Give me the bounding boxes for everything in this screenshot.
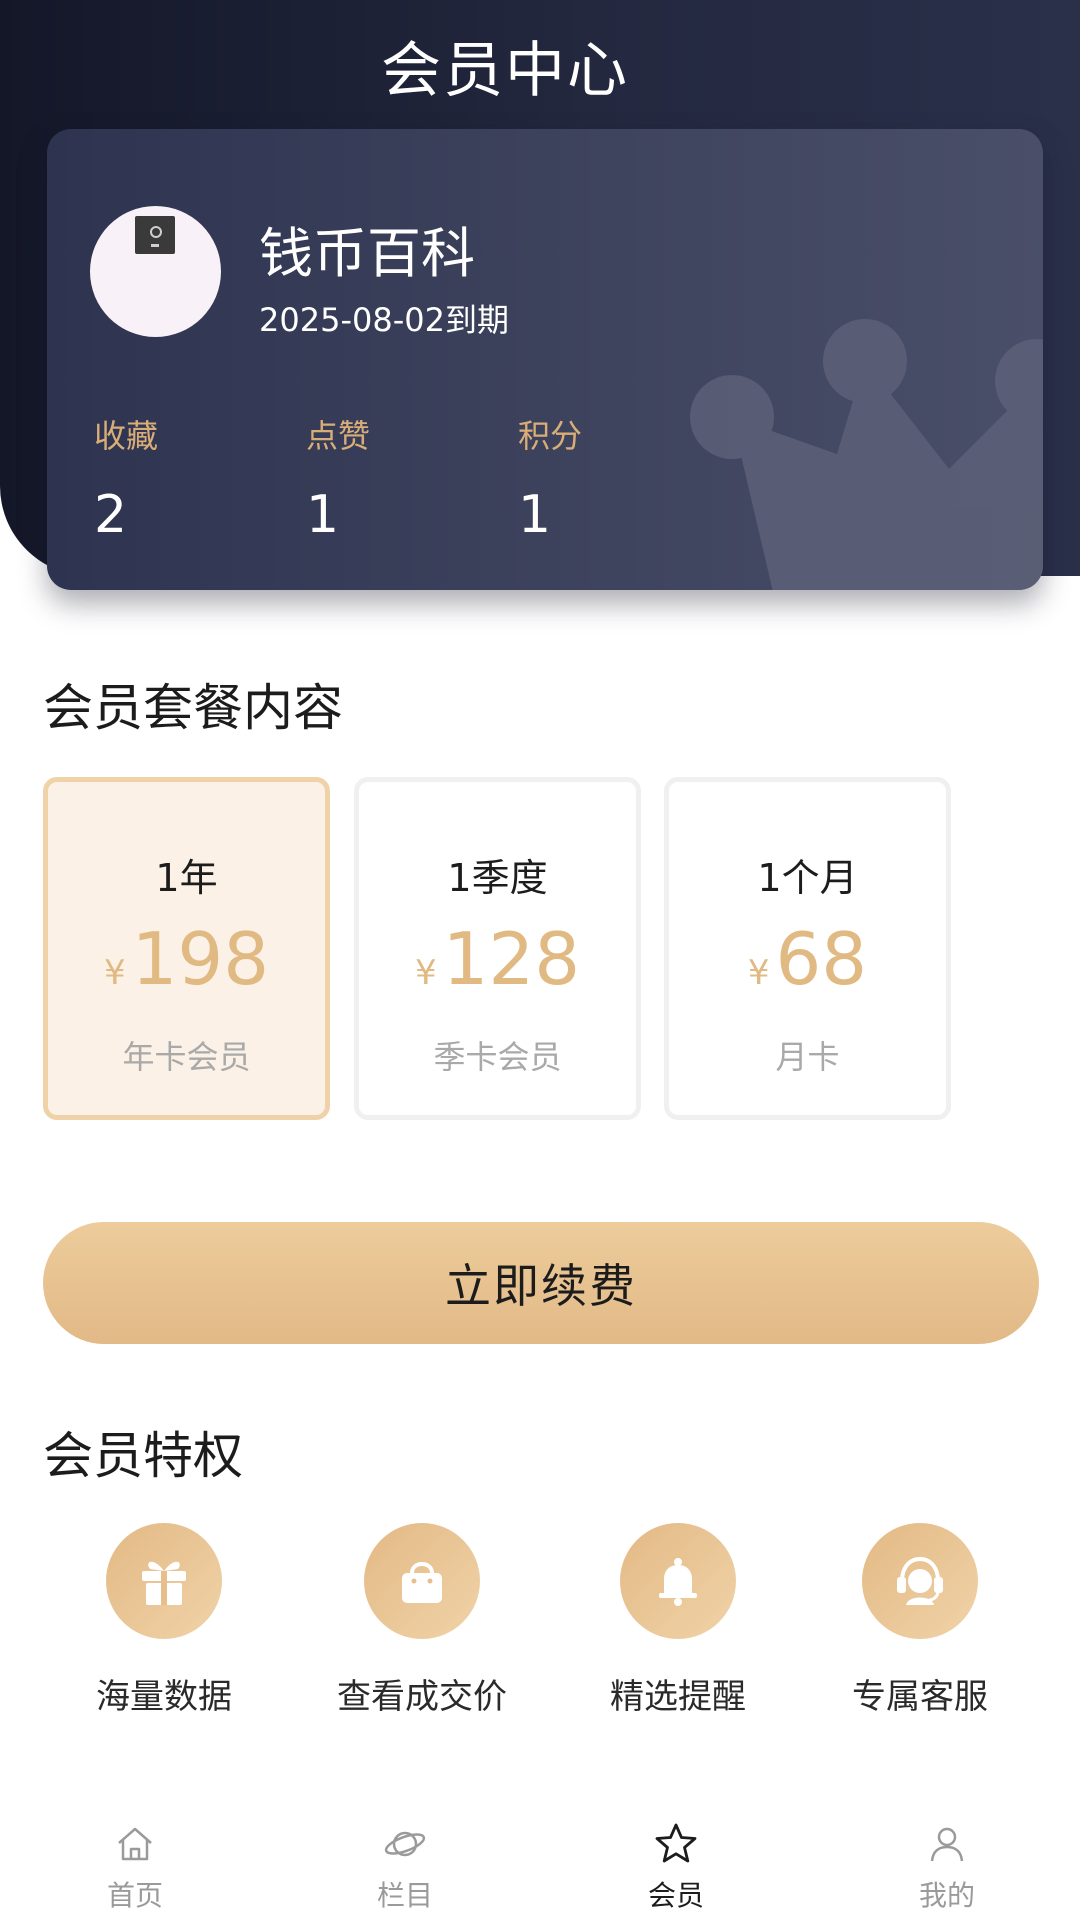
plan-description: 年卡会员 xyxy=(122,1038,251,1076)
bottom-tabbar: 首页 栏目 会员 我的 xyxy=(0,1810,1080,1920)
stat-label: 收藏 xyxy=(94,417,159,455)
stat-label: 积分 xyxy=(518,417,583,455)
plan-price-amount: 68 xyxy=(775,917,868,1001)
bell-icon xyxy=(620,1523,736,1639)
tab-member[interactable]: 会员 xyxy=(606,1822,746,1914)
member-expiry: 2025-08-02到期 xyxy=(259,301,509,339)
planet-icon xyxy=(384,1831,426,1857)
perk-reminder[interactable]: 精选提醒 xyxy=(568,1523,788,1718)
perks-section-title: 会员特权 xyxy=(43,1427,243,1485)
shopping-bag-icon xyxy=(364,1523,480,1639)
page-title: 会员中心 xyxy=(381,36,629,106)
avatar[interactable] xyxy=(90,206,221,337)
tab-label: 栏目 xyxy=(376,1879,433,1912)
plan-price-amount: 128 xyxy=(442,917,581,1001)
crown-watermark-icon xyxy=(690,319,1043,590)
tab-mine[interactable]: 我的 xyxy=(877,1822,1017,1914)
plan-description: 月卡 xyxy=(775,1038,840,1076)
stat-value: 1 xyxy=(306,485,340,545)
stat-favorites[interactable]: 收藏 2 xyxy=(94,411,244,545)
perk-customer-service[interactable]: 专属客服 xyxy=(810,1523,1030,1718)
plan-card-month[interactable]: 1个月 ¥68 月卡 xyxy=(664,777,951,1120)
perk-label: 海量数据 xyxy=(96,1677,232,1717)
plans-section-title: 会员套餐内容 xyxy=(43,679,343,737)
perk-label: 精选提醒 xyxy=(610,1677,746,1717)
tab-home[interactable]: 首页 xyxy=(65,1822,205,1914)
perk-label: 查看成交价 xyxy=(337,1677,507,1717)
plan-card-year[interactable]: 1年 ¥198 年卡会员 xyxy=(43,777,330,1120)
perk-deal-price[interactable]: 查看成交价 xyxy=(312,1523,532,1718)
star-icon xyxy=(655,1823,697,1863)
plan-period: 1年 xyxy=(155,856,218,900)
plan-price: ¥68 xyxy=(669,917,946,1001)
user-icon xyxy=(930,1827,964,1862)
stat-likes[interactable]: 点赞 1 xyxy=(306,411,456,545)
headset-icon xyxy=(862,1523,978,1639)
plan-price-amount: 198 xyxy=(131,917,270,1001)
renew-button[interactable]: 立即续费 xyxy=(43,1222,1039,1344)
plan-description: 季卡会员 xyxy=(433,1038,562,1076)
stat-label: 点赞 xyxy=(306,417,371,455)
plan-price: ¥128 xyxy=(359,917,636,1001)
member-card: 钱币百科 2025-08-02到期 收藏 2 点赞 1 积分 1 xyxy=(47,129,1043,590)
plan-card-quarter[interactable]: 1季度 ¥128 季卡会员 xyxy=(354,777,641,1120)
perk-massive-data[interactable]: 海量数据 xyxy=(54,1523,274,1718)
plan-period: 1个月 xyxy=(757,856,858,900)
broken-image-icon xyxy=(135,216,175,254)
currency-symbol: ¥ xyxy=(414,953,437,993)
plan-period: 1季度 xyxy=(447,856,548,900)
perk-label: 专属客服 xyxy=(852,1677,988,1717)
stat-value: 1 xyxy=(518,485,552,545)
currency-symbol: ¥ xyxy=(103,953,126,993)
tab-label: 首页 xyxy=(106,1879,163,1912)
tab-label: 会员 xyxy=(647,1879,704,1912)
gift-icon xyxy=(106,1523,222,1639)
member-name: 钱币百科 xyxy=(259,222,475,285)
stat-points[interactable]: 积分 1 xyxy=(518,411,668,545)
plan-price: ¥198 xyxy=(48,917,325,1001)
home-icon xyxy=(118,1827,152,1861)
tab-columns[interactable]: 栏目 xyxy=(335,1822,475,1914)
stat-value: 2 xyxy=(94,485,128,545)
tab-label: 我的 xyxy=(918,1879,975,1912)
currency-symbol: ¥ xyxy=(747,953,770,993)
